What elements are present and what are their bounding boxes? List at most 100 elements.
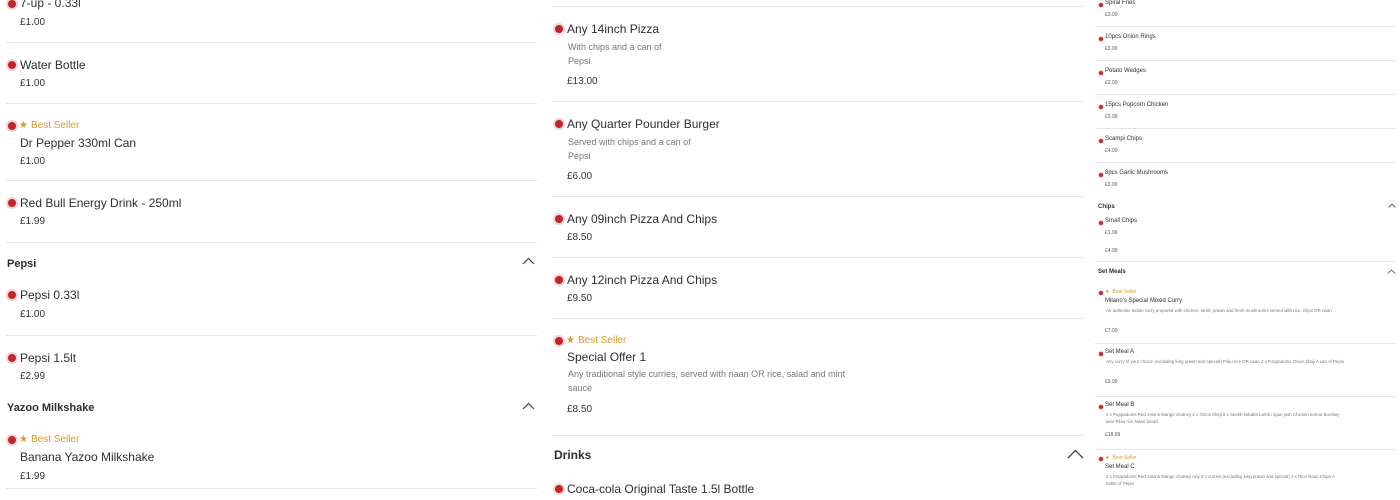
item-name: Pepsi 0.33l: [20, 288, 80, 302]
item-dot-icon: [555, 485, 563, 493]
item-name: Coca-cola Original Taste 1.5l Bottle: [567, 482, 755, 496]
menu-item[interactable]: 7-up - 0.33l £1.00: [6, 0, 537, 43]
star-icon: ★: [1105, 455, 1110, 461]
item-name: Banana Yazoo Milkshake: [20, 450, 155, 464]
item-dot-icon: [8, 0, 16, 8]
section-title: Chips: [1098, 204, 1115, 210]
item-dot-icon: [8, 354, 16, 362]
item-description: 2 x Poppadoms Red onions Mango chutney 2…: [1106, 412, 1340, 424]
item-name: Any Quarter Pounder Burger: [567, 117, 720, 131]
item-dot-icon: [1099, 105, 1103, 109]
section-header-pepsi[interactable]: Pepsi: [6, 243, 537, 281]
item-name: Any 09inch Pizza And Chips: [567, 212, 718, 226]
section-header-chips[interactable]: Chips: [1095, 197, 1396, 217]
item-name: Water Bottle: [20, 58, 86, 72]
chevron-up-icon[interactable]: [522, 402, 535, 410]
menu-item[interactable]: Coca-cola Original Taste 1.5l Bottle: [552, 474, 1084, 500]
item-price: £1.00: [20, 17, 46, 28]
item-price: £6.00: [567, 171, 593, 182]
menu-item[interactable]: ★ Best Seller Dr Pepper 330ml Can £1.00: [6, 104, 537, 181]
section-header-set-meals[interactable]: Set Meals: [1095, 262, 1396, 282]
item-description: An authentic Indian curry prepared with …: [1106, 308, 1332, 313]
menu-item[interactable]: Any 09inch Pizza And Chips £8.50: [552, 197, 1084, 258]
item-description: Any curry of your choice (excluding king…: [1106, 359, 1344, 364]
item-name: 8pcs Garlic Mushrooms: [1105, 170, 1169, 176]
item-dot-icon: [1099, 457, 1103, 461]
item-name: Small Chips: [1105, 218, 1138, 224]
item-dot-icon: [8, 61, 16, 69]
menu-item[interactable]: Potato Wedges £2.00: [1095, 61, 1396, 95]
item-price: £1.00: [20, 78, 46, 89]
chevron-up-icon[interactable]: [1067, 449, 1084, 459]
item-dot-icon: [1099, 71, 1103, 75]
item-dot-icon: [8, 122, 16, 130]
menu-item[interactable]: Any 14inch Pizza With chips and a can of…: [552, 7, 1084, 102]
item-dot-icon: [555, 215, 563, 223]
item-name: Red Bull Energy Drink - 250ml: [20, 196, 182, 210]
item-price: £3.00: [1105, 182, 1118, 188]
item-price: £1.00: [20, 309, 46, 320]
menu-column-1: 7-up - 0.33l £1.00 Water Bottle £1.00 ★ B…: [0, 0, 545, 500]
item-dot-icon: [555, 337, 563, 345]
menu-item[interactable]: Set Meal B 2 x Poppadoms Red onions Mang…: [1095, 397, 1396, 450]
item-dot-icon: [1099, 221, 1103, 225]
menu-item[interactable]: Scampi Chips £4.00: [1095, 129, 1396, 163]
item-price: £9.50: [567, 293, 593, 304]
star-icon: ★: [19, 434, 28, 445]
item-price: £9.99: [1105, 379, 1118, 385]
section-title: Yazoo Milkshake: [7, 402, 95, 414]
menu-item[interactable]: ★ Best Seller Special Offer 1 Any traditi…: [552, 319, 1084, 436]
section-title: Drinks: [554, 448, 592, 462]
menu-item[interactable]: Spiral Fries £3.00: [1095, 0, 1396, 27]
menu-item[interactable]: Any Quarter Pounder Burger Served with c…: [552, 102, 1084, 197]
menu-item[interactable]: ★ Best Seller Banana Yazoo Milkshake £1.9…: [6, 429, 537, 489]
chevron-up-icon[interactable]: [1387, 269, 1396, 274]
item-name: Set Meal B: [1105, 402, 1135, 408]
chevron-up-icon[interactable]: [1388, 203, 1396, 208]
menu-item[interactable]: Set Meal A Any curry of your choice (exc…: [1095, 344, 1396, 397]
menu-item[interactable]: 15pcs Popcorn Chicken £3.99: [1095, 95, 1396, 129]
menu-item[interactable]: 10pcs Onion Rings £3.00: [1095, 27, 1396, 61]
menu-item[interactable]: Pepsi 1.5lt £2.99: [6, 336, 537, 397]
menu-item[interactable]: ★ Best Seller Milano's Special Mixed Curr…: [1095, 282, 1396, 344]
item-name: 15pcs Popcorn Chicken: [1105, 102, 1169, 108]
item-price: £1.00: [20, 156, 46, 167]
item-dot-icon: [1099, 139, 1103, 143]
item-name: Set Meal A: [1105, 349, 1135, 355]
item-name: Milano's Special Mixed Curry: [1105, 298, 1183, 304]
item-dot-icon: [1099, 3, 1103, 7]
divider: [552, 0, 1084, 7]
menu-item[interactable]: ★ Best Seller Set Meal C 3 x Poppadoms Re…: [1095, 450, 1396, 500]
section-header-yazoo[interactable]: Yazoo Milkshake: [6, 397, 537, 429]
menu-column-2: Any 14inch Pizza With chips and a can of…: [547, 0, 1092, 500]
item-price: £1.99: [20, 216, 46, 227]
item-price: £13.00: [567, 76, 598, 87]
menu-item[interactable]: 8pcs Garlic Mushrooms £3.00: [1095, 163, 1396, 197]
menu-item[interactable]: Pepsi 0.33l £1.00: [6, 281, 537, 336]
menu-item[interactable]: Small Chips £1.99 £4.99: [1095, 217, 1396, 262]
section-title: Pepsi: [7, 258, 37, 270]
item-name: 10pcs Onion Rings: [1105, 34, 1156, 40]
chevron-up-icon[interactable]: [522, 257, 535, 265]
menu-item[interactable]: Water Bottle £1.00: [6, 43, 537, 104]
best-seller-badge: ★ Best Seller: [19, 434, 80, 445]
item-name: Any 14inch Pizza: [567, 22, 660, 36]
item-price: £2.00: [1105, 80, 1118, 86]
star-icon: ★: [566, 335, 575, 346]
item-price: £18.99: [1105, 432, 1121, 438]
item-dot-icon: [1099, 352, 1103, 356]
menu-item[interactable]: Any 12inch Pizza And Chips £9.50: [552, 258, 1084, 319]
item-price: £8.50: [567, 232, 593, 243]
item-name: 7-up - 0.33l: [20, 0, 81, 10]
item-price: £4.00: [1105, 148, 1118, 154]
item-dot-icon: [555, 25, 563, 33]
item-name: Spiral Fries: [1105, 0, 1136, 6]
item-dot-icon: [555, 120, 563, 128]
star-icon: ★: [1105, 289, 1110, 295]
item-dot-icon: [1099, 173, 1103, 177]
menu-item[interactable]: Red Bull Energy Drink - 250ml £1.99: [6, 181, 537, 243]
item-price: £3.00: [1105, 12, 1118, 18]
item-dot-icon: [8, 436, 16, 444]
star-icon: ★: [19, 120, 28, 131]
section-header-drinks[interactable]: Drinks: [552, 436, 1084, 474]
